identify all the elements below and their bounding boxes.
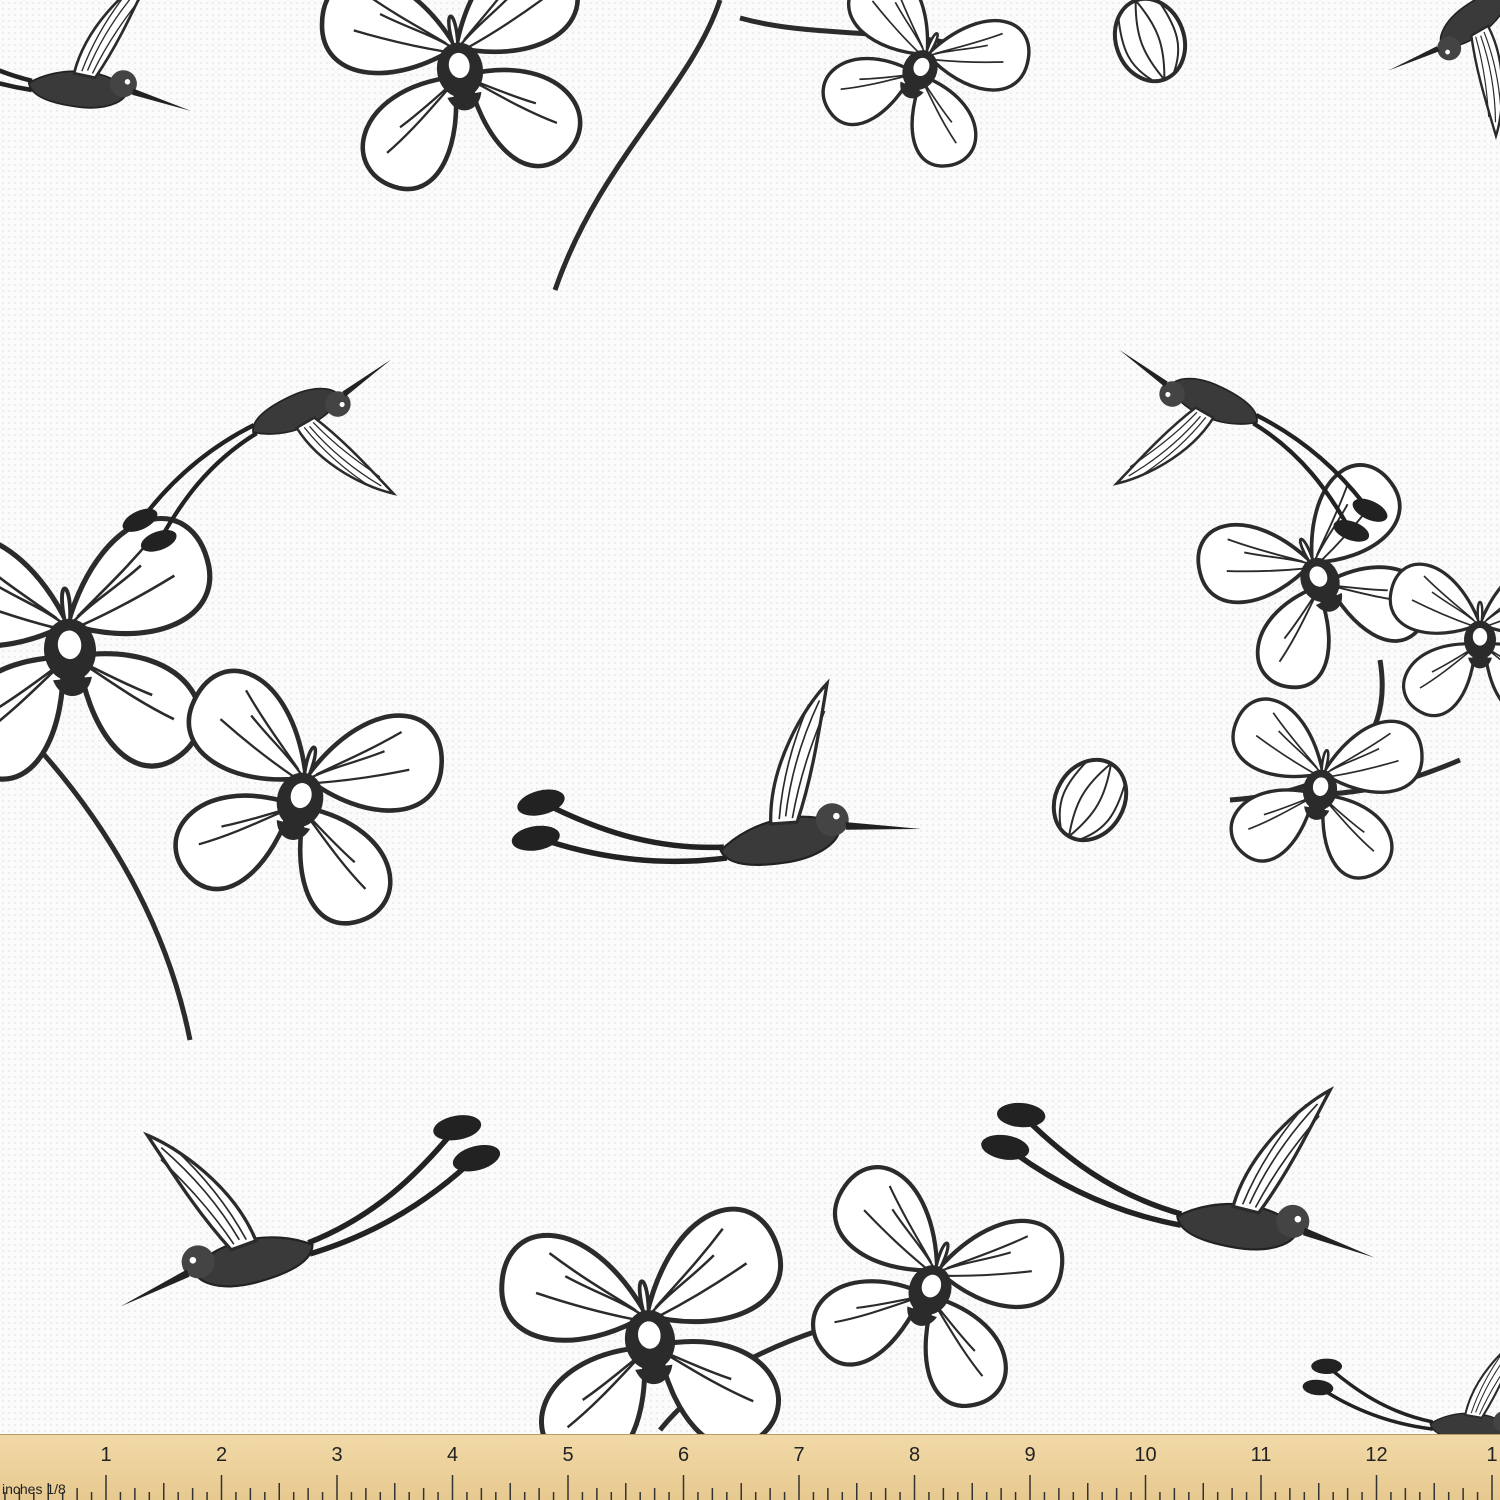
- ruler-number: 1: [1486, 1444, 1497, 1466]
- fabric-pattern: [0, 0, 1500, 1500]
- ruler-number: 6: [678, 1444, 689, 1466]
- ruler-number: 8: [909, 1444, 920, 1466]
- ruler-number: 9: [1024, 1444, 1035, 1466]
- ruler-unit-label: inches 1/8: [2, 1481, 66, 1497]
- ruler-number: 12: [1365, 1444, 1387, 1466]
- ruler-number: 10: [1134, 1444, 1156, 1466]
- ruler-number: 4: [447, 1444, 458, 1466]
- ruler-number: 1: [100, 1444, 111, 1466]
- measuring-ruler: 1 2 3 4 5 6 7 8 9 10 11 12 1 inches 1/8: [0, 1434, 1500, 1500]
- ruler-number: 11: [1251, 1444, 1272, 1466]
- ruler-number: 5: [562, 1444, 573, 1466]
- ruler-number: 3: [331, 1444, 342, 1466]
- ruler-ticks: 1 2 3 4 5 6 7 8 9 10 11 12 1: [4, 1444, 1498, 1500]
- fabric-swatch: 1 2 3 4 5 6 7 8 9 10 11 12 1 inches 1/8: [0, 0, 1500, 1500]
- ruler-number: 7: [793, 1444, 804, 1466]
- ruler-number: 2: [216, 1444, 227, 1466]
